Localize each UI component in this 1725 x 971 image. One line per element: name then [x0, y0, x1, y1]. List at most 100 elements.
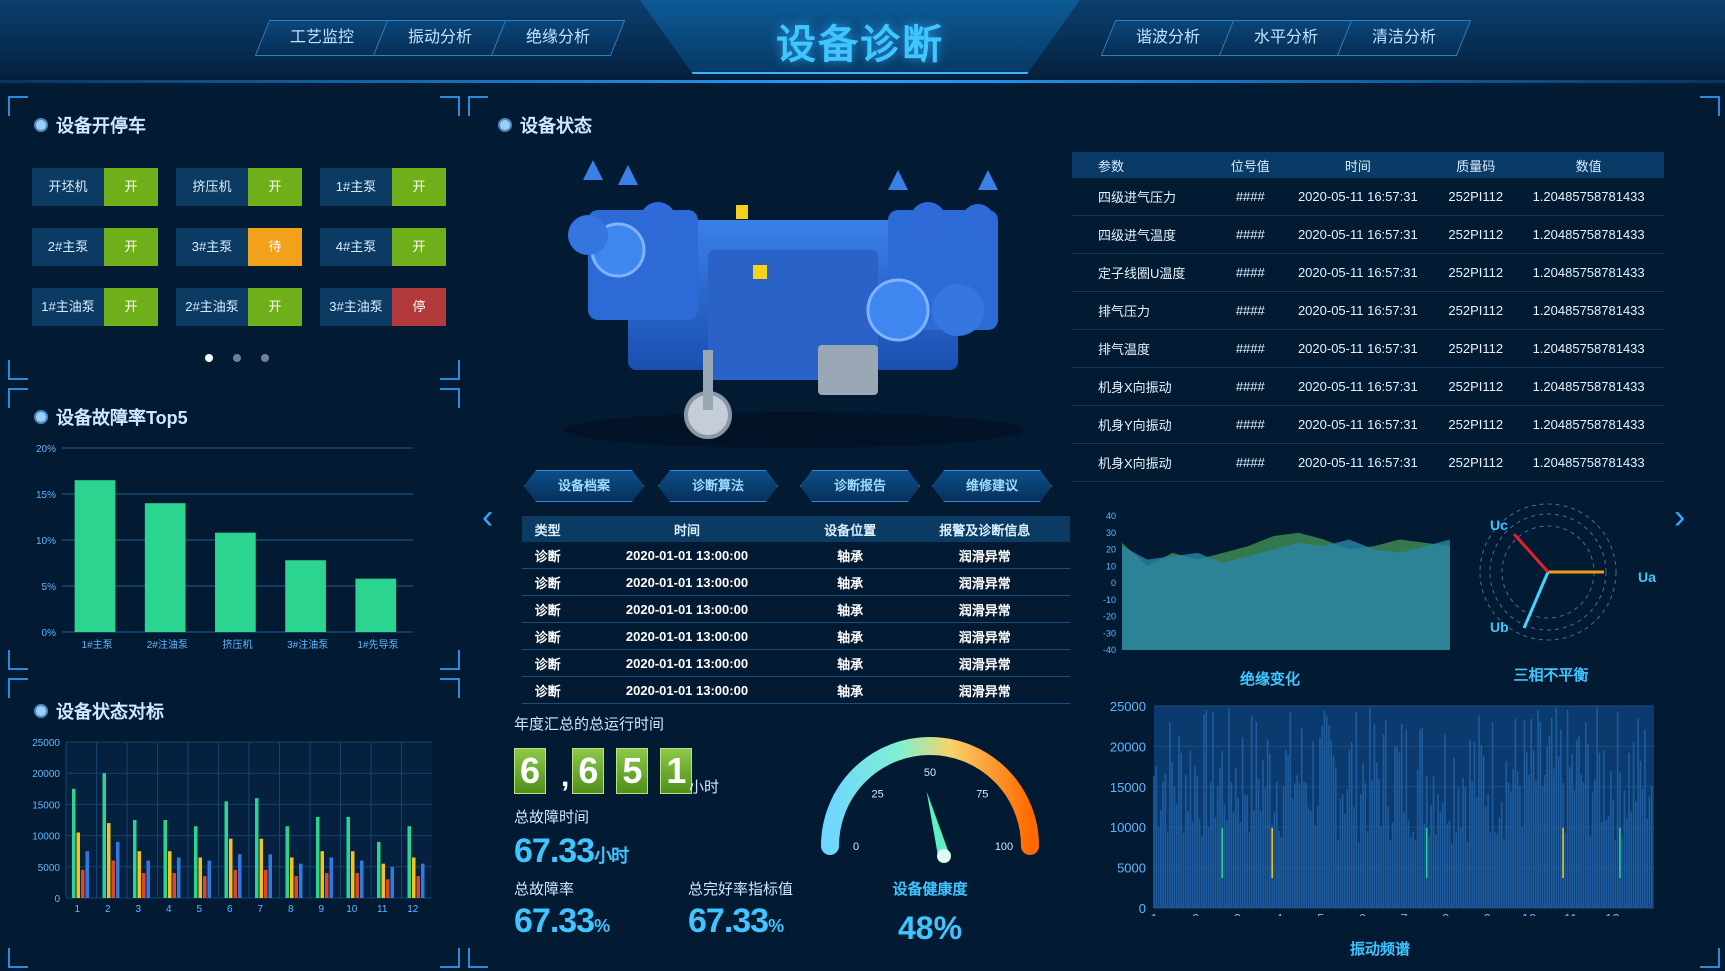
table-cell: 252PI112 [1438, 367, 1514, 406]
y-tick-label: -30 [1103, 628, 1116, 638]
table-row[interactable]: 四级进气压力 #### 2020-05-11 16:57:31 252PI112 1.2… [1072, 178, 1664, 216]
y-tick-label: 10 [1106, 561, 1116, 571]
panel-corner [8, 948, 28, 968]
next-arrow-icon[interactable]: › [1674, 498, 1685, 537]
x-tick-label: 12 [407, 904, 419, 915]
compressor-image [563, 160, 1023, 448]
x-tick-label: 8 [288, 904, 294, 915]
nav-tab-level[interactable]: 水平分析 [1218, 20, 1354, 56]
table-row[interactable]: 排气温度 #### 2020-05-11 16:57:31 252PI112 1.204… [1072, 329, 1664, 368]
x-tick-label: 2 [105, 904, 111, 915]
parameter-column-header: 时间 [1277, 152, 1439, 178]
bar [163, 820, 167, 898]
nav-tab-label: 绝缘分析 [525, 29, 590, 46]
prev-arrow-icon[interactable]: ‹ [482, 498, 493, 537]
health-gauge: 0 25 50 75 100 [821, 737, 1039, 863]
y-tick-label: 5000 [1117, 861, 1146, 876]
table-row[interactable]: 定子线圈U温度 #### 2020-05-11 16:57:31 252PI112 1.… [1072, 253, 1664, 292]
equipment-state-toggle[interactable]: 待 [248, 228, 302, 266]
maintenance-advice-button[interactable]: 维修建议 [932, 470, 1052, 502]
equipment-name: 1#主油泵 [32, 288, 104, 326]
status-title: 设备状态 [498, 112, 592, 138]
nav-tab-insulation[interactable]: 绝缘分析 [490, 20, 626, 56]
equipment-name: 2#主泵 [32, 228, 104, 266]
pager-dot-active[interactable] [205, 354, 213, 362]
equipment-status-item: 2#主泵开 [32, 228, 158, 266]
panel-corner [440, 948, 460, 968]
diagnosis-report-button[interactable]: 诊断报告 [800, 470, 920, 502]
fault-time-unit: 小时 [594, 846, 629, 866]
table-cell: 排气温度 [1072, 329, 1224, 368]
table-row[interactable]: 排气压力 #### 2020-05-11 16:57:31 252PI112 1.204… [1072, 291, 1664, 330]
table-cell: 机身X向振动 [1072, 367, 1224, 406]
table-row[interactable]: 诊断 2020-01-01 13:00:00 轴承 润滑异常 [522, 676, 1070, 704]
table-cell: 诊断 [522, 568, 574, 596]
table-row[interactable]: 机身X向振动 #### 2020-05-11 16:57:31 252PI112 1.2… [1072, 367, 1664, 406]
bar [320, 851, 324, 898]
table-cell: 2020-01-01 13:00:00 [573, 595, 801, 623]
phase-label-ua: Ua [1638, 569, 1656, 585]
parameter-table-header: 参数 位号值 时间 质量码 数值 [1072, 152, 1664, 178]
bar [294, 876, 298, 898]
table-row[interactable]: 诊断 2020-01-01 13:00:00 轴承 润滑异常 [522, 622, 1070, 650]
good-rate-value: 67.33% [688, 902, 784, 941]
table-cell: 轴承 [800, 542, 900, 569]
equipment-state-toggle[interactable]: 开 [104, 168, 158, 206]
status-compare-title-text: 设备状态对标 [56, 702, 164, 722]
equipment-state-toggle[interactable]: 开 [248, 168, 302, 206]
bar [416, 876, 420, 898]
table-cell: 机身Y向振动 [1072, 405, 1224, 444]
status-title-text: 设备状态 [520, 116, 592, 136]
bar [81, 869, 85, 898]
x-tick-label: 5 [196, 904, 202, 915]
bar [316, 816, 320, 898]
table-cell: 2020-05-11 16:57:31 [1277, 367, 1439, 406]
equipment-state-toggle[interactable]: 开 [392, 228, 446, 266]
table-row[interactable]: 诊断 2020-01-01 13:00:00 轴承 润滑异常 [522, 649, 1070, 677]
equipment-state-toggle[interactable]: 开 [104, 288, 158, 326]
bar [264, 869, 268, 898]
runtime-digits: 6,651 [514, 748, 704, 794]
diagnosis-table: 类型 时间 设备位置 报警及诊断信息 诊断 2020-01-01 13:00:00 轴承润… [522, 516, 1070, 704]
table-cell: 252PI112 [1438, 215, 1514, 254]
pager-dot[interactable] [261, 354, 269, 362]
table-row[interactable]: 诊断 2020-01-01 13:00:00 轴承 润滑异常 [522, 542, 1070, 569]
table-cell: 润滑异常 [899, 676, 1070, 704]
equipment-state-toggle[interactable]: 开 [104, 228, 158, 266]
panel-corner [440, 388, 460, 408]
nav-tab-process[interactable]: 工艺监控 [254, 20, 390, 56]
nav-tab-harmonic[interactable]: 谐波分析 [1100, 20, 1236, 56]
bar [76, 832, 80, 898]
panel-corner [440, 678, 460, 698]
health-gauge-label: 设备健康度 [892, 881, 968, 898]
table-row[interactable]: 机身Y向振动 #### 2020-05-11 16:57:31 252PI112 1.2… [1072, 405, 1664, 444]
x-tick-label: 9 [318, 904, 324, 915]
nav-tab-vibration[interactable]: 振动分析 [372, 20, 508, 56]
table-row[interactable]: 机身X向振动 #### 2020-05-11 16:57:31 252PI112 1.2… [1072, 443, 1664, 482]
equipment-name: 4#主泵 [320, 228, 392, 266]
y-tick-label: -40 [1103, 645, 1116, 655]
status-compare-chart: 05000100001500020000250001 2 3 4 5 6 7 8 9 10 11 12 [32, 738, 432, 915]
table-row[interactable]: 诊断 2020-01-01 13:00:00 轴承 润滑异常 [522, 595, 1070, 623]
equipment-state-toggle[interactable]: 停 [392, 288, 446, 326]
pager-dot[interactable] [233, 354, 241, 362]
equipment-status-item: 3#主泵待 [176, 228, 302, 266]
table-cell: 1.20485758781433 [1513, 329, 1664, 368]
runtime-digit: 5 [616, 748, 649, 794]
equipment-state-toggle[interactable]: 开 [248, 288, 302, 326]
y-tick-label: 40 [1106, 511, 1116, 521]
table-cell: 1.20485758781433 [1513, 405, 1664, 444]
table-row[interactable]: 诊断 2020-01-01 13:00:00 轴承 润滑异常 [522, 568, 1070, 596]
bar [351, 851, 355, 898]
table-row[interactable]: 四级进气温度 #### 2020-05-11 16:57:31 252PI112 1.2… [1072, 215, 1664, 254]
table-cell: #### [1223, 367, 1278, 406]
equipment-file-button[interactable]: 设备档案 [524, 470, 644, 502]
equipment-state-toggle[interactable]: 开 [392, 168, 446, 206]
nav-tab-clean[interactable]: 清洁分析 [1336, 20, 1472, 56]
table-cell: #### [1223, 253, 1278, 292]
x-tick-label: 1 [1150, 911, 1157, 916]
fault-time-value: 67.33小时 [514, 832, 629, 871]
diagnosis-algorithm-button[interactable]: 诊断算法 [658, 470, 778, 502]
bar [74, 480, 116, 632]
status-compare-title: 设备状态对标 [34, 698, 164, 724]
